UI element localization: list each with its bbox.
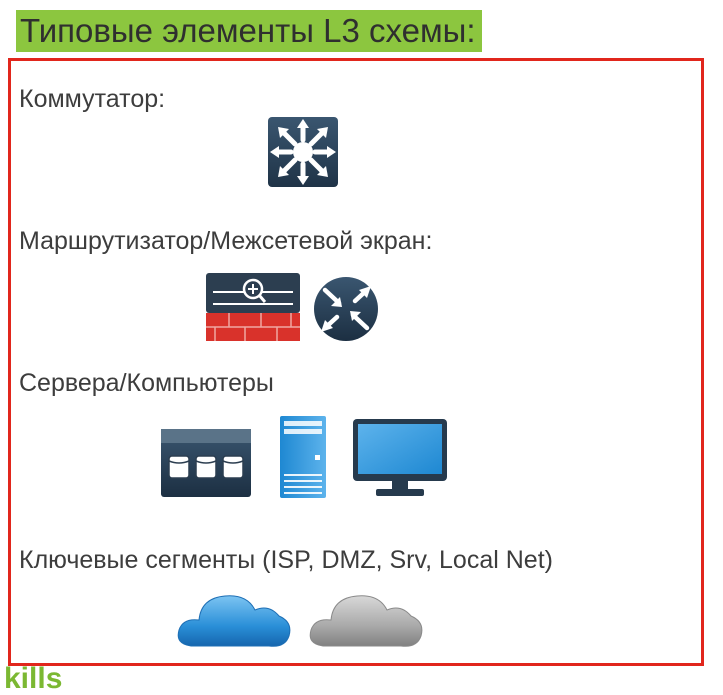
monitor-icon <box>353 419 447 496</box>
slide-title: Типовые элементы L3 схемы: <box>16 10 482 52</box>
gray-cloud-icon <box>309 595 423 647</box>
server-tower-icon <box>280 416 326 498</box>
section-label-switch: Коммутатор: <box>19 85 166 113</box>
brand-logo-fragment: kills <box>4 662 63 695</box>
section-label-router-firewall: Маршрутизатор/Межсетевой экран: <box>19 227 433 255</box>
storage-array-icon <box>161 429 251 497</box>
switch-icon <box>268 117 338 187</box>
section-label-servers-computers: Сервера/Компьютеры <box>19 369 274 397</box>
section-label-key-segments: Ключевые сегменты (ISP, DMZ, Srv, Local … <box>19 546 553 574</box>
router-icon <box>314 277 378 341</box>
blue-cloud-icon <box>177 595 291 647</box>
firewall-icon <box>206 273 300 341</box>
